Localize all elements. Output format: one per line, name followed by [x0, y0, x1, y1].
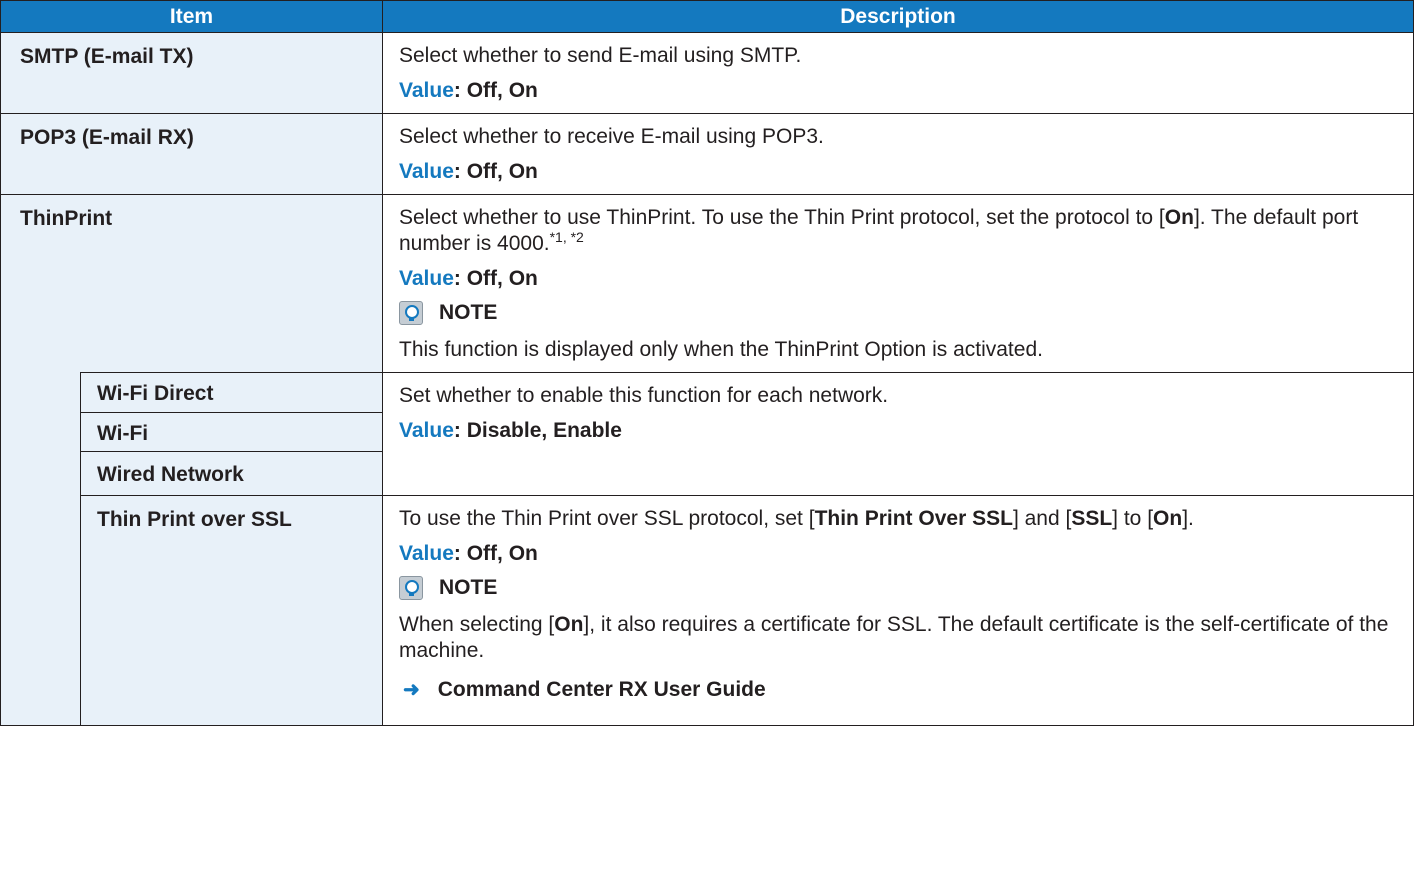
- value-line: Value: Off, On: [399, 159, 1403, 185]
- value-line: Value: Off, On: [399, 78, 1403, 104]
- arrow-right-icon: ➜: [403, 679, 420, 701]
- description-column-header: Description: [382, 0, 1414, 33]
- sub-item-label: Wired Network: [97, 463, 244, 486]
- table-row: ThinPrint Select whether to use ThinPrin…: [0, 194, 1414, 373]
- note-title: NOTE: [439, 576, 498, 599]
- value-line: Value: Off, On: [399, 541, 1403, 567]
- value-label: Value: [399, 419, 454, 442]
- value-line: Value: Disable, Enable: [399, 418, 1403, 444]
- footnote-ref: *1, *2: [549, 229, 584, 245]
- item-cell: SMTP (E-mail TX): [0, 32, 383, 114]
- table-header-row: Item Description: [0, 0, 1414, 33]
- table-row: Thin Print over SSL To use the Thin Prin…: [1, 495, 1414, 726]
- table-row: SMTP (E-mail TX) Select whether to send …: [0, 32, 1414, 114]
- note-text: This function is displayed only when the…: [399, 338, 1043, 361]
- reference-text: Command Center RX User Guide: [437, 677, 766, 701]
- description-cell: To use the Thin Print over SSL protocol,…: [382, 495, 1414, 726]
- description-cell: Select whether to receive E-mail using P…: [382, 113, 1414, 195]
- item-label: ThinPrint: [20, 207, 113, 230]
- item-label: POP3 (E-mail RX): [20, 126, 194, 149]
- value-label: Value: [399, 160, 454, 183]
- sub-item-label: Thin Print over SSL: [97, 508, 292, 531]
- description-text: Select whether to use ThinPrint. To use …: [399, 206, 1359, 255]
- sub-item-cell: Wi-Fi Direct: [80, 372, 383, 413]
- description-text: Select whether to send E-mail using SMTP…: [399, 44, 802, 67]
- table-row: Wi-Fi Direct Set whether to enable this …: [0, 372, 1414, 726]
- description-text: To use the Thin Print over SSL protocol,…: [399, 507, 1194, 530]
- sub-item-label: Wi-Fi: [97, 422, 149, 445]
- description-text: Select whether to receive E-mail using P…: [399, 125, 824, 148]
- sub-item-cell: Wired Network: [80, 451, 383, 496]
- sub-item-cell: Thin Print over SSL: [80, 495, 383, 726]
- description-cell: Select whether to use ThinPrint. To use …: [382, 194, 1414, 373]
- item-label: SMTP (E-mail TX): [20, 45, 194, 68]
- value-label: Value: [399, 79, 454, 102]
- value-label: Value: [399, 542, 454, 565]
- sub-item-cell: Wi-Fi: [80, 412, 383, 452]
- settings-table: Item Description SMTP (E-mail TX) Select…: [0, 0, 1414, 726]
- item-cell: ThinPrint: [0, 194, 383, 373]
- value-options: : Off, On: [453, 267, 538, 290]
- description-cell: Set whether to enable this function for …: [382, 372, 1414, 496]
- table-row: POP3 (E-mail RX) Select whether to recei…: [0, 113, 1414, 195]
- item-column-header: Item: [0, 0, 383, 33]
- note-lightbulb-icon: [399, 576, 423, 600]
- note-heading: NOTE: [399, 576, 1403, 600]
- description-cell: Select whether to send E-mail using SMTP…: [382, 32, 1414, 114]
- value-line: Value: Off, On: [399, 266, 1403, 292]
- note-heading: NOTE: [399, 301, 1403, 325]
- value-label: Value: [399, 267, 454, 290]
- note-text: When selecting [On], it also requires a …: [399, 613, 1389, 662]
- note-lightbulb-icon: [399, 301, 423, 325]
- value-options: : Off, On: [453, 79, 538, 102]
- reference-link[interactable]: ➜ Command Center RX User Guide: [399, 673, 1403, 710]
- sub-item-label: Wi-Fi Direct: [97, 382, 214, 405]
- item-cell: POP3 (E-mail RX): [0, 113, 383, 195]
- indent-spacer: [0, 372, 81, 726]
- note-title: NOTE: [439, 301, 498, 324]
- description-text: Set whether to enable this function for …: [399, 384, 889, 407]
- value-options: : Off, On: [453, 160, 538, 183]
- value-options: : Disable, Enable: [453, 419, 622, 442]
- value-options: : Off, On: [453, 542, 538, 565]
